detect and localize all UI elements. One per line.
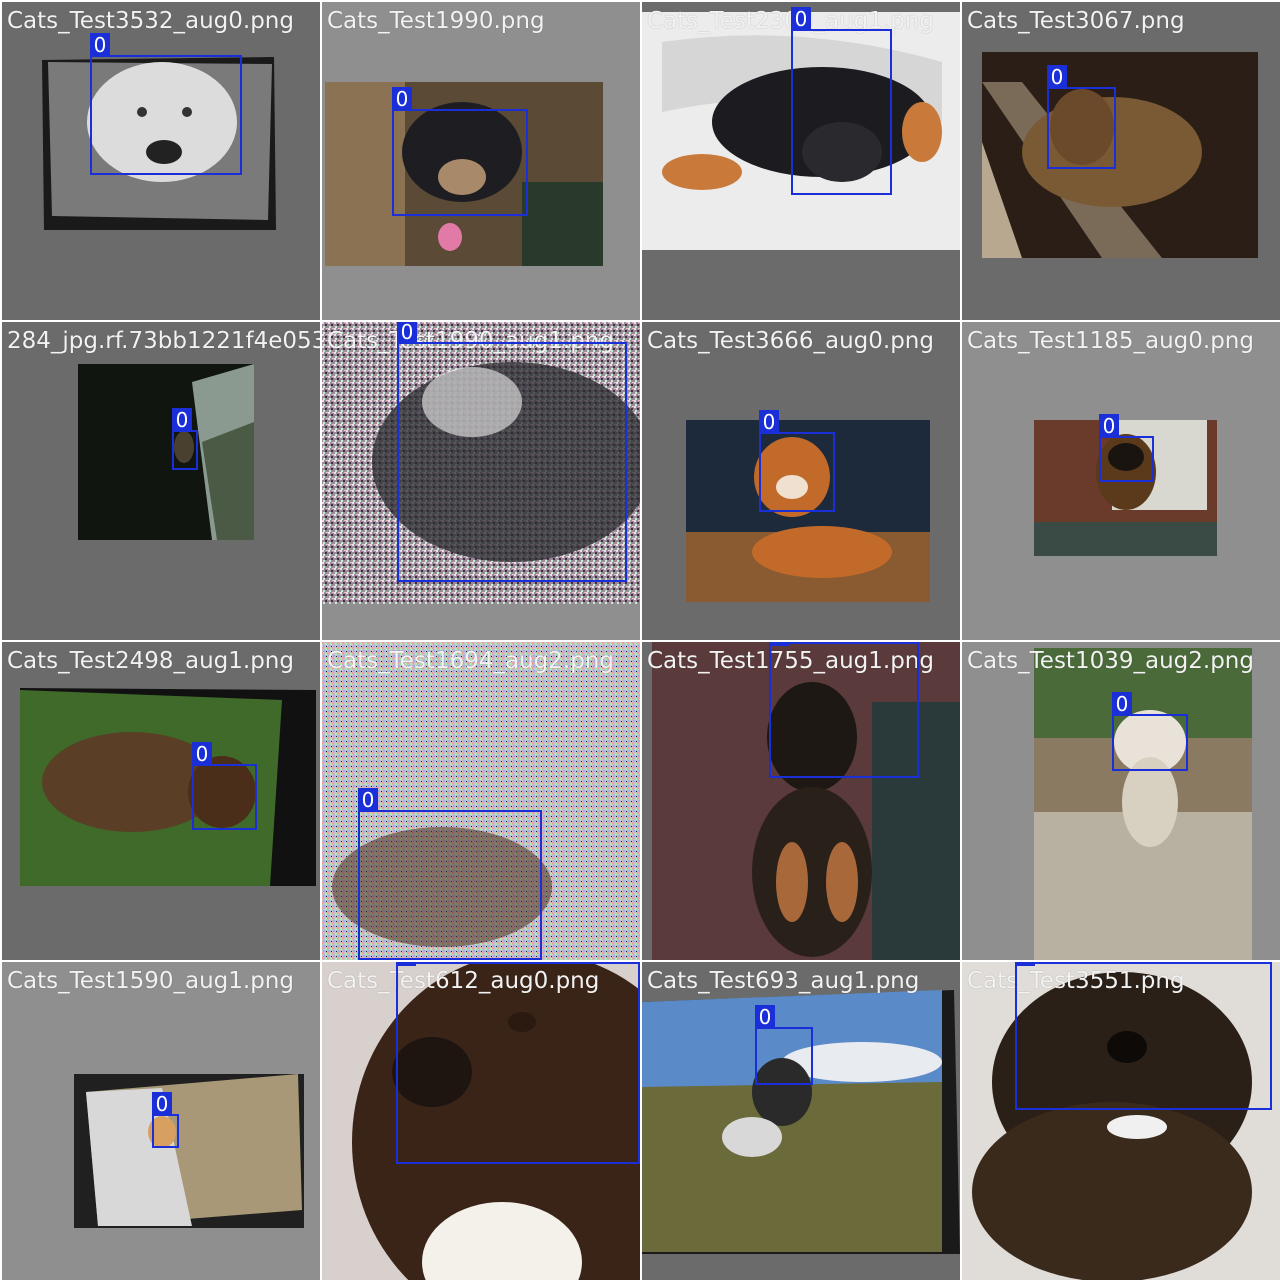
tile-9: Cats_Test2498_aug1.png 0 (2, 642, 320, 960)
class-label: 0 (1112, 692, 1132, 716)
bounding-box: 0 (172, 408, 198, 470)
bounding-box: 0 (192, 742, 257, 830)
class-label: 0 (358, 788, 378, 812)
tile-filename: Cats_Test1694_aug2.png (327, 648, 614, 674)
tile-5-image (2, 322, 320, 640)
tile-14: Cats_Test612_aug0.png 0 (322, 962, 640, 1280)
tile-12: Cats_Test1039_aug2.png 0 (962, 642, 1280, 960)
tile-filename: 284_jpg.rf.73bb1221f4e05356d7e2f8e2e86 (7, 328, 320, 354)
tile-15: Cats_Test693_aug1.png 0 (642, 962, 960, 1280)
class-label: 0 (1015, 962, 1035, 966)
tile-filename: Cats_Test3067.png (967, 8, 1185, 34)
tile-2: Cats_Test1990.png 0 (322, 2, 640, 320)
class-label: 0 (755, 1005, 775, 1029)
tile-5: 284_jpg.rf.73bb1221f4e05356d7e2f8e2e86 0 (2, 322, 320, 640)
class-label: 0 (152, 1092, 172, 1116)
class-label: 0 (791, 7, 811, 31)
tile-4-image (962, 2, 1280, 320)
class-label: 0 (759, 410, 779, 434)
tile-10: Cats_Test1694_aug2.png 0 (322, 642, 640, 960)
class-label: 0 (769, 642, 789, 646)
tile-3: Cats_Test2309_aug1.png 0 (642, 2, 960, 320)
bounding-box: 0 (1047, 65, 1116, 169)
bounding-box: 0 (397, 322, 627, 582)
mosaic-grid: Cats_Test3532_aug0.png 0 Cats_Test1990.p… (0, 0, 1280, 1280)
tile-16: Cats_Test3551.png 0 (962, 962, 1280, 1280)
class-label: 0 (192, 742, 212, 766)
bounding-box: 0 (1099, 414, 1154, 482)
tile-8: Cats_Test1185_aug0.png 0 (962, 322, 1280, 640)
tile-filename: Cats_Test1590_aug1.png (7, 968, 294, 994)
bounding-box: 0 (791, 7, 892, 195)
tile-filename: Cats_Test3532_aug0.png (7, 8, 294, 34)
bounding-box: 0 (755, 1005, 813, 1085)
tile-13: Cats_Test1590_aug1.png 0 (2, 962, 320, 1280)
bounding-box: 0 (358, 788, 542, 960)
tile-12-image (962, 642, 1280, 960)
tile-filename: Cats_Test1039_aug2.png (967, 648, 1254, 674)
tile-4: Cats_Test3067.png 0 (962, 2, 1280, 320)
tile-filename: Cats_Test1185_aug0.png (967, 328, 1254, 354)
class-label: 0 (172, 408, 192, 432)
class-label: 0 (1047, 65, 1067, 89)
tile-filename: Cats_Test2498_aug1.png (7, 648, 294, 674)
bounding-box: 0 (90, 33, 242, 175)
class-label: 0 (1099, 414, 1119, 438)
tile-7: Cats_Test3666_aug0.png 0 (642, 322, 960, 640)
class-label: 0 (90, 33, 110, 57)
bounding-box: 0 (152, 1092, 179, 1148)
bounding-box: 0 (396, 962, 640, 1164)
bounding-box: 0 (769, 642, 919, 778)
tile-1: Cats_Test3532_aug0.png 0 (2, 2, 320, 320)
bounding-box: 0 (759, 410, 835, 512)
class-label: 0 (392, 87, 412, 111)
tile-9-image (2, 642, 320, 960)
bounding-box: 0 (1015, 962, 1272, 1110)
tile-11: Cats_Test1755_aug1.png 0 (642, 642, 960, 960)
tile-filename: Cats_Test693_aug1.png (647, 968, 920, 994)
tile-6: Cats_Test1990_aug1.png 0 (322, 322, 640, 640)
tile-15-image (642, 962, 960, 1280)
class-label: 0 (396, 962, 416, 966)
tile-filename: Cats_Test3666_aug0.png (647, 328, 934, 354)
bounding-box: 0 (1112, 692, 1188, 771)
tile-filename: Cats_Test1990.png (327, 8, 545, 34)
class-label: 0 (397, 322, 417, 344)
bounding-box: 0 (392, 87, 528, 216)
